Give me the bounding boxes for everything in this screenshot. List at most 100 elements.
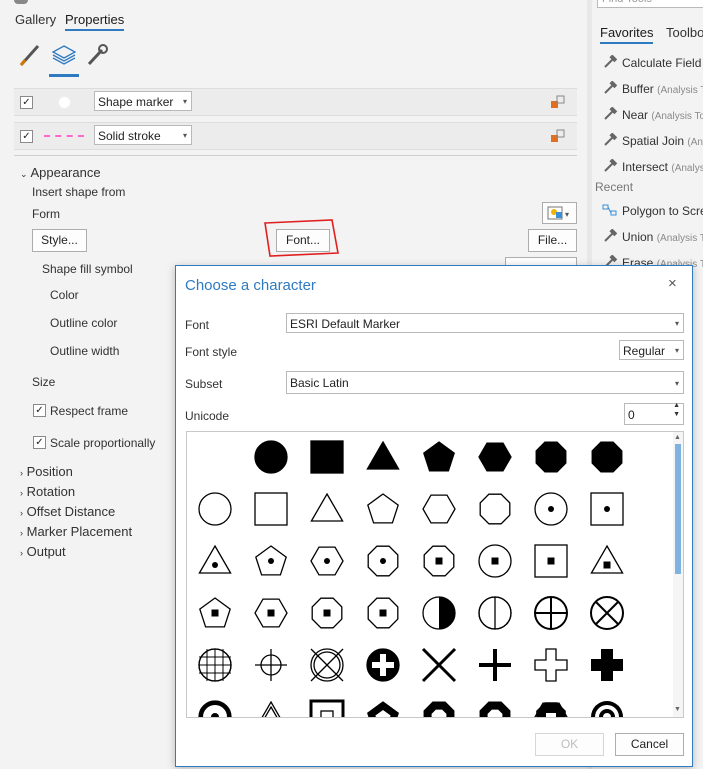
find-tools-input[interactable]: Find Tools: [597, 0, 703, 8]
layer-row-shape-marker[interactable]: ✓ Shape marker ▾: [14, 88, 577, 116]
glyph-filled-octagon[interactable]: [535, 441, 567, 473]
choose-character-dialog: Choose a character × Font ESRI Default M…: [175, 265, 693, 767]
scale-proportionally-checkbox[interactable]: ✓: [33, 436, 46, 449]
favorite-tool-item[interactable]: Buffer (Analysis T: [602, 80, 703, 96]
glyph-filled-circle-cross[interactable]: [366, 648, 400, 682]
glyph-octagon-inner-2[interactable]: [479, 701, 511, 717]
wrench-icon[interactable]: [84, 42, 110, 68]
glyph-pentagon-inner[interactable]: [367, 701, 399, 717]
glyph-triangle-dot[interactable]: [198, 544, 232, 574]
glyph-filled-plus[interactable]: [591, 649, 623, 681]
brush-icon[interactable]: [18, 42, 42, 68]
layer-options-icon[interactable]: [550, 129, 566, 143]
glyph-circle-square[interactable]: [478, 544, 512, 578]
glyph-square[interactable]: [254, 492, 288, 526]
glyph-triangle[interactable]: [310, 492, 344, 522]
recent-tool-item[interactable]: Union (Analysis T: [602, 228, 703, 244]
unicode-stepper[interactable]: 0 ▲ ▼: [624, 402, 684, 425]
glyph-octagon-square-2[interactable]: [311, 597, 343, 629]
favorite-tool-item[interactable]: Near (Analysis Too: [602, 106, 703, 122]
recent-tool-item[interactable]: Polygon to Scre: [602, 203, 703, 218]
section-position[interactable]: › Position: [20, 464, 73, 479]
section-marker-placement[interactable]: › Marker Placement: [20, 524, 132, 539]
layer-type-select[interactable]: Solid stroke ▾: [94, 125, 192, 145]
tab-gallery[interactable]: Gallery: [15, 12, 56, 27]
font-label: Font: [185, 318, 210, 332]
glyph-half-filled-circle[interactable]: [422, 596, 456, 630]
grid-scrollbar[interactable]: ▲ ▼: [673, 432, 683, 717]
stroke-preview-icon: [44, 135, 84, 137]
appearance-header[interactable]: ⌄ Appearance: [20, 165, 101, 180]
glyph-filled-square[interactable]: [310, 440, 344, 474]
glyph-octagon[interactable]: [479, 493, 511, 525]
glyph-square-square[interactable]: [534, 544, 568, 578]
subset-label: Subset: [185, 377, 223, 391]
glyph-hexagon-dot[interactable]: [310, 546, 344, 576]
glyph-octagon-square[interactable]: [423, 545, 455, 577]
favorite-tool-item[interactable]: Intersect (Analys: [602, 158, 703, 174]
section-rotation[interactable]: › Rotation: [20, 484, 75, 499]
close-icon[interactable]: ×: [668, 275, 677, 292]
section-output[interactable]: › Output: [20, 544, 66, 559]
glyph-pentagon-dot[interactable]: [255, 545, 287, 576]
style-button[interactable]: Style...: [32, 229, 87, 252]
glyph-crosshair[interactable]: [255, 649, 287, 681]
glyph-octagon-dot[interactable]: [367, 545, 399, 577]
glyph-circle[interactable]: [198, 492, 232, 526]
glyph-hexagon[interactable]: [422, 494, 456, 524]
layer-type-select[interactable]: Shape marker ▾: [94, 91, 192, 111]
glyph-bullseye[interactable]: [591, 701, 623, 717]
subset-select[interactable]: Basic Latin ▾: [286, 371, 684, 394]
glyph-pentagon[interactable]: [367, 493, 399, 524]
back-button-icon[interactable]: [14, 0, 28, 4]
glyph-hexagon-inner[interactable]: [534, 702, 568, 717]
tab-toolboxes[interactable]: Toolbo: [666, 25, 703, 40]
ok-button[interactable]: OK: [535, 733, 604, 756]
glyph-octagon-square-3[interactable]: [367, 597, 399, 629]
glyph-circle-dot-bold[interactable]: [198, 700, 232, 717]
glyph-outline-plus[interactable]: [534, 648, 568, 682]
layer-options-icon[interactable]: [550, 95, 566, 109]
layer-row-solid-stroke[interactable]: ✓ Solid stroke ▾: [14, 122, 577, 150]
glyph-filled-hexagon[interactable]: [478, 442, 512, 472]
insert-shape-label: Insert shape from: [32, 185, 126, 199]
glyph-hexagon-square[interactable]: [254, 598, 288, 628]
glyph-square-inner[interactable]: [309, 699, 345, 717]
tab-properties[interactable]: Properties: [65, 12, 125, 31]
tab-favorites[interactable]: Favorites: [600, 25, 654, 44]
cancel-button[interactable]: Cancel: [615, 733, 684, 756]
character-grid[interactable]: ▲ ▼: [186, 431, 684, 718]
scrollbar-thumb[interactable]: [675, 444, 681, 574]
file-button[interactable]: File...: [528, 229, 577, 252]
favorite-tool-item[interactable]: Spatial Join (Analy: [602, 132, 703, 148]
tool-icon: [602, 80, 622, 96]
layer-checkbox[interactable]: ✓: [20, 130, 33, 143]
font-style-select[interactable]: Regular ▾: [619, 340, 684, 360]
glyph-x-mark[interactable]: [421, 647, 457, 683]
scale-proportionally-label: Scale proportionally: [50, 436, 156, 450]
layers-icon[interactable]: [49, 40, 79, 77]
glyph-circle-cross[interactable]: [534, 596, 568, 630]
glyph-square-dot[interactable]: [590, 492, 624, 526]
glyph-filled-triangle[interactable]: [366, 440, 400, 470]
glyph-circle-x-out[interactable]: [310, 648, 344, 682]
glyph-circle-dot[interactable]: [534, 492, 568, 526]
font-select[interactable]: ESRI Default Marker ▾: [286, 313, 684, 333]
section-offset-distance[interactable]: › Offset Distance: [20, 504, 115, 519]
glyph-filled-pentagon[interactable]: [423, 441, 455, 472]
glyph-filled-octagon-2[interactable]: [591, 441, 623, 473]
layer-checkbox[interactable]: ✓: [20, 96, 33, 109]
glyph-circle-x[interactable]: [590, 596, 624, 630]
favorite-tool-item[interactable]: Calculate Field: [602, 54, 701, 70]
insert-shape-dropdown[interactable]: ▾: [542, 202, 577, 224]
marker-preview-icon: [58, 96, 71, 109]
glyph-circle-vline[interactable]: [478, 596, 512, 630]
glyph-triangle-small[interactable]: [255, 700, 286, 717]
respect-frame-checkbox[interactable]: ✓: [33, 404, 46, 417]
glyph-filled-circle[interactable]: [254, 440, 288, 474]
glyph-pentagon-square[interactable]: [199, 597, 231, 628]
glyph-circle-grid[interactable]: [198, 648, 232, 682]
glyph-plus[interactable]: [479, 649, 511, 681]
glyph-octagon-inner[interactable]: [423, 701, 455, 717]
glyph-triangle-square[interactable]: [590, 544, 624, 574]
